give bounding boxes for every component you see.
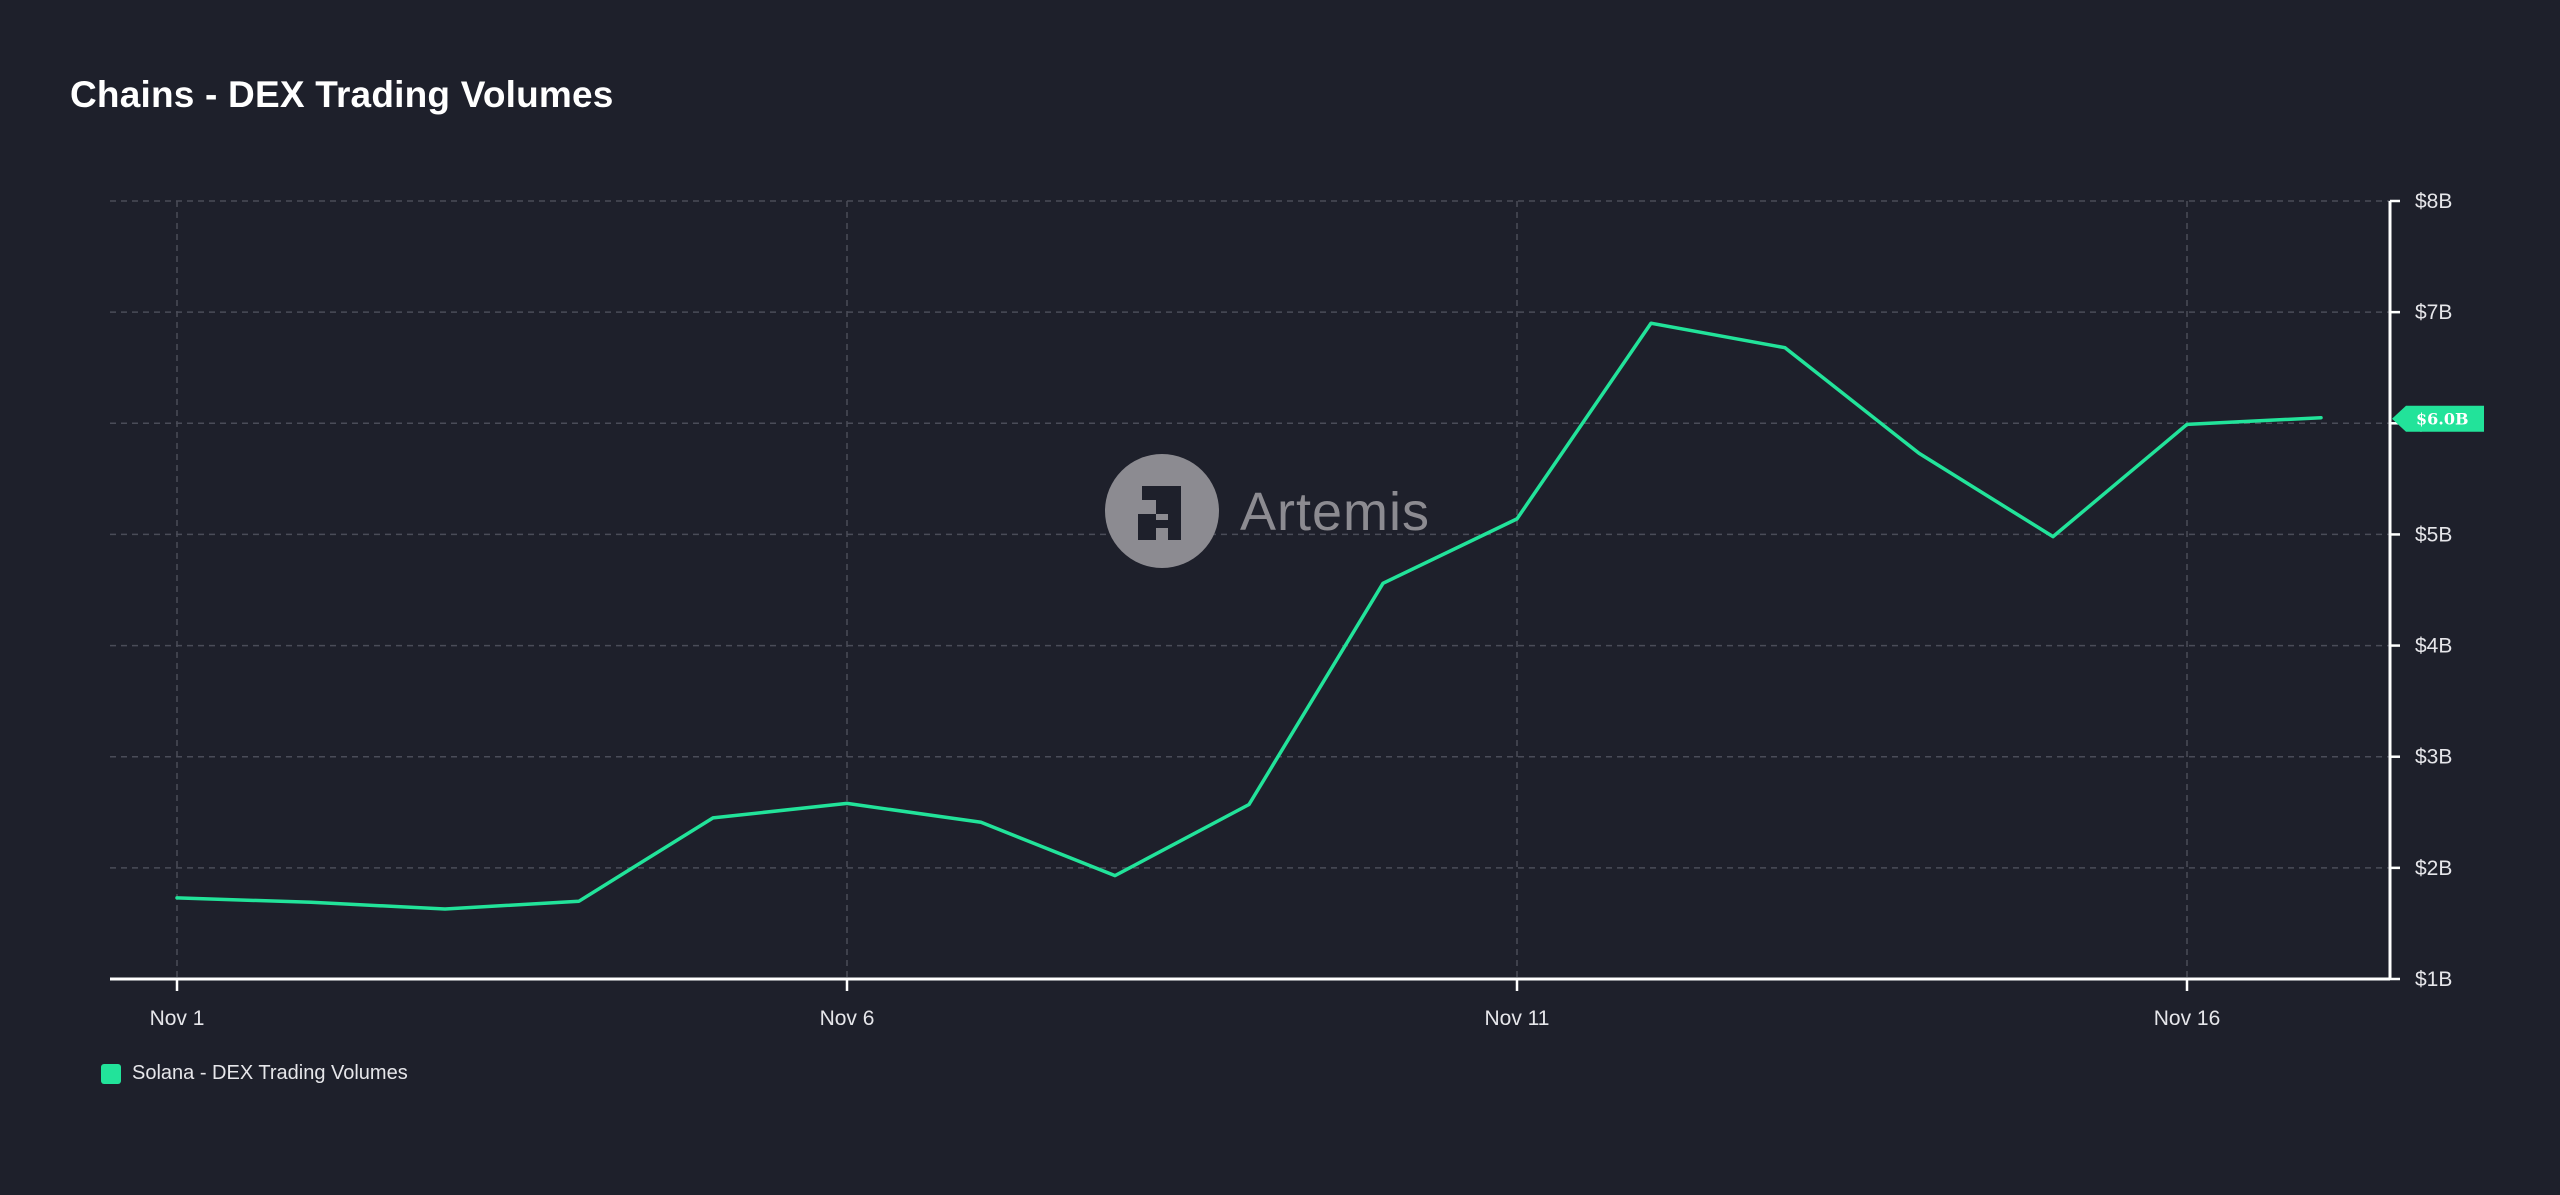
y-tick-label: $2B xyxy=(2415,857,2452,880)
legend-swatch xyxy=(101,1063,121,1084)
last-value-badge-text: $6.0B xyxy=(2416,410,2469,429)
x-tick-label: Nov 11 xyxy=(1485,1007,1550,1030)
y-tick-label: $1B xyxy=(2415,968,2452,991)
watermark-text: Artemis xyxy=(1240,482,1430,542)
artemis-watermark: Artemis xyxy=(1105,454,1430,568)
y-tick-label: $7B xyxy=(2415,301,2452,324)
x-tick-label: Nov 1 xyxy=(150,1007,205,1030)
series-line-solana xyxy=(175,321,2323,911)
grid-layer xyxy=(110,200,2390,979)
axis-layer: $8B$7B$6B$5B$4B$3B$2B$1BNov 1Nov 6Nov 11… xyxy=(110,190,2452,1030)
y-tick-label: $8B xyxy=(2415,190,2452,213)
series-layer xyxy=(175,321,2323,911)
x-tick-label: Nov 16 xyxy=(2154,1007,2221,1030)
legend-label: Solana - DEX Trading Volumes xyxy=(132,1062,408,1084)
last-value-badge: $6.0B xyxy=(2392,405,2484,432)
y-tick-label: $5B xyxy=(2415,523,2452,546)
line-chart: Artemis $8B$7B$6B$5B$4B$3B$2B$1BNov 1Nov… xyxy=(110,190,2484,1030)
legend: Solana - DEX Trading Volumes xyxy=(101,1062,408,1085)
y-tick-label: $4B xyxy=(2415,635,2452,658)
x-tick-label: Nov 6 xyxy=(820,1007,875,1030)
y-tick-label: $3B xyxy=(2415,746,2452,769)
